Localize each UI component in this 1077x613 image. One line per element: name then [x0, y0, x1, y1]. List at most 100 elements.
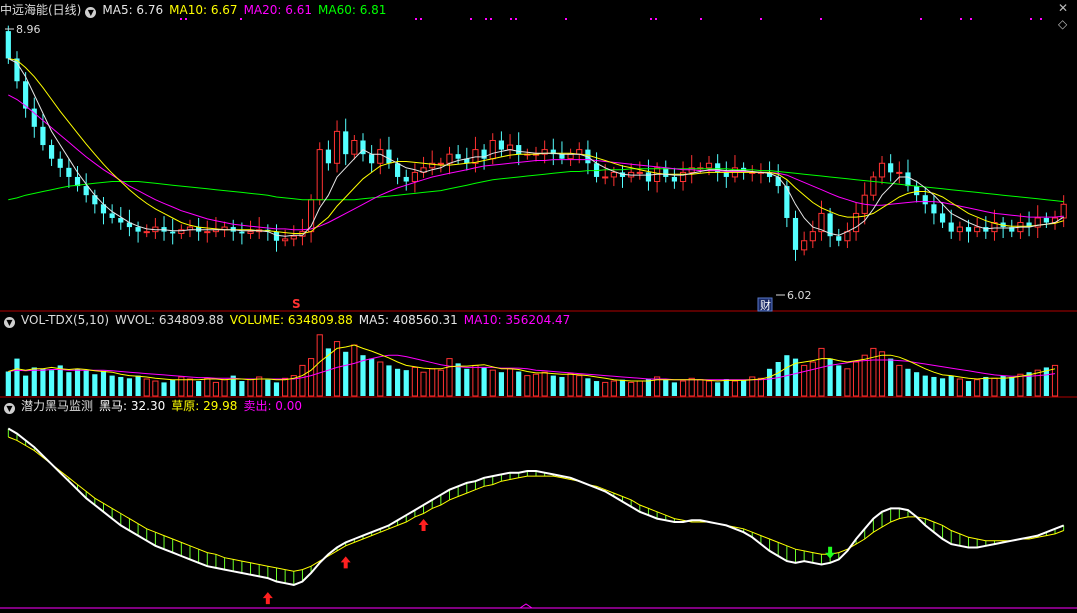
volume-bar — [602, 381, 609, 397]
candle-body — [905, 172, 911, 187]
volume-bar — [204, 377, 211, 397]
candle-body — [645, 172, 652, 182]
volume-bar — [619, 379, 626, 396]
volume-bar — [351, 344, 358, 397]
volume-bar — [221, 379, 228, 397]
candle-body — [636, 171, 643, 174]
buy-arrow-icon — [340, 556, 351, 569]
volume-bar — [282, 377, 289, 397]
ma10-label: MA10: 6.67 — [169, 3, 238, 17]
bottom-marker — [519, 603, 533, 609]
candle-body — [135, 227, 141, 232]
volume-bar — [844, 368, 851, 397]
signal-dot — [700, 18, 702, 20]
volume-bar — [801, 364, 808, 397]
volume-bar — [585, 378, 591, 396]
ma20-line — [8, 94, 1064, 231]
signal-dot — [970, 18, 972, 20]
candle-body — [896, 171, 903, 174]
volume-bar — [914, 372, 920, 396]
diamond-icon[interactable]: ◇ — [1058, 17, 1067, 31]
volume-bar — [645, 379, 652, 396]
signal-dot — [565, 18, 567, 20]
candle-body — [870, 176, 877, 196]
volume-bar — [715, 382, 721, 396]
volume-bar — [688, 377, 695, 397]
chevron-down-icon[interactable]: ▼ — [4, 317, 15, 328]
volume-bar — [1017, 373, 1024, 397]
volume-bar — [66, 372, 72, 396]
volume-bar — [273, 382, 280, 396]
low-price-label: 6.02 — [787, 289, 812, 302]
signal-dot — [920, 18, 922, 20]
volume-bar — [299, 364, 306, 397]
candle-body — [506, 144, 514, 151]
signal-dot — [655, 18, 657, 20]
candle-body — [602, 176, 609, 179]
volume-bar — [152, 380, 159, 397]
volume-bar — [550, 375, 556, 396]
hatch-fill — [7, 428, 1065, 585]
volume-bar — [679, 380, 687, 397]
maichu-label: 卖出: 0.00 — [243, 399, 303, 413]
volume-bar — [809, 361, 816, 397]
volume-bar — [212, 381, 220, 397]
volume-bar — [239, 381, 245, 396]
volume-bar — [628, 381, 635, 397]
volume-bar — [109, 375, 115, 396]
volume-header: ▼ VOL-TDX(5,10) WVOL: 634809.88 VOLUME: 634… — [0, 312, 576, 328]
chevron-down-icon[interactable]: ▼ — [4, 403, 15, 414]
volume-bar — [411, 366, 418, 397]
volume-bar — [74, 368, 81, 396]
candle-body — [489, 139, 496, 160]
volume-bar — [40, 368, 46, 396]
volume-bar — [922, 375, 928, 396]
signal-dot — [415, 18, 417, 20]
vol-ma5-label: MA5: 408560.31 — [358, 313, 458, 327]
volume-bar — [636, 380, 643, 397]
volume-bar — [524, 375, 531, 397]
volume-bar — [775, 362, 781, 396]
candle-body — [663, 167, 669, 177]
volume-bar — [870, 347, 877, 397]
volume-bar — [135, 375, 141, 396]
candle-body — [204, 231, 211, 234]
volume-bar — [593, 381, 600, 396]
candle-body — [316, 149, 323, 201]
candle-body — [109, 213, 115, 218]
volume-bar — [956, 378, 963, 397]
volume-bar — [731, 380, 739, 397]
volume-bar — [429, 368, 436, 397]
candle-body — [888, 163, 894, 173]
candle-body — [844, 231, 851, 242]
candle-body — [411, 171, 418, 183]
volume-bar — [818, 347, 825, 397]
signal-dot — [240, 18, 242, 20]
wvol-label: WVOL: 634809.88 — [115, 313, 224, 327]
volume-bar — [170, 379, 176, 396]
close-icon[interactable]: ✕ — [1058, 1, 1068, 15]
volume-bar — [931, 376, 937, 396]
volume-bar — [48, 370, 55, 396]
signal-dot — [485, 18, 487, 20]
candle-body — [394, 163, 401, 177]
volume-bar — [14, 358, 20, 396]
candle-body — [239, 231, 245, 234]
volume-bar — [464, 368, 470, 396]
signal-dot — [515, 18, 517, 20]
chevron-down-icon[interactable]: ▼ — [85, 7, 97, 18]
signal-dot — [960, 18, 962, 20]
candle-body — [325, 149, 331, 164]
candle-body — [143, 231, 150, 234]
candle-body — [66, 167, 72, 177]
candle-body — [377, 149, 384, 164]
candle-body — [922, 195, 928, 205]
volume-bar — [827, 358, 833, 396]
candle-body — [333, 130, 341, 164]
signal-dot — [1040, 18, 1042, 20]
volume-bar — [576, 375, 583, 397]
cai-label: 财 — [760, 298, 771, 312]
candle-body — [446, 153, 453, 164]
volume-bar — [126, 378, 133, 396]
volume-bar — [896, 364, 903, 397]
